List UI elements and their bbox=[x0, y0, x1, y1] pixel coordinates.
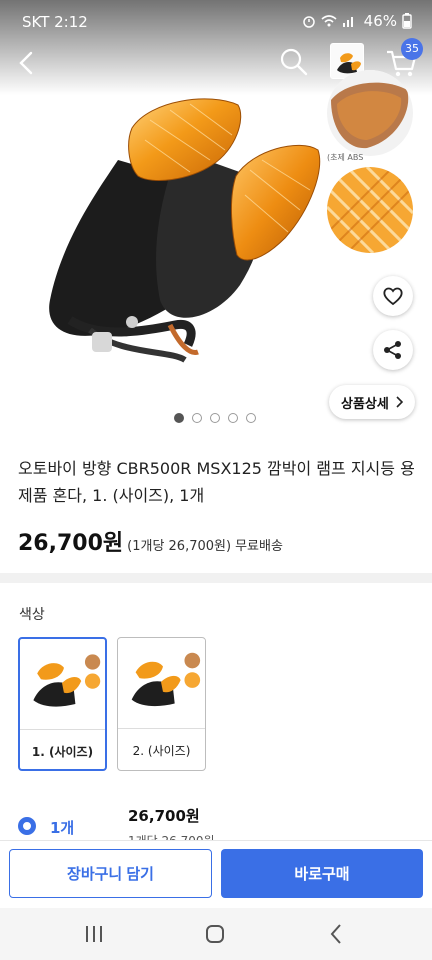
heart-icon bbox=[383, 287, 403, 306]
thumbnail-caption: (초제 ABS bbox=[327, 153, 364, 162]
product-price: 26,700원 bbox=[18, 531, 124, 556]
lens-texture-image bbox=[327, 167, 413, 253]
shipping-info: 무료배송 bbox=[235, 539, 283, 554]
quantity-label[interactable]: 1개 bbox=[50, 817, 74, 838]
option-separator bbox=[20, 729, 105, 730]
carousel-dot[interactable] bbox=[174, 413, 184, 423]
carousel-dot[interactable] bbox=[246, 413, 256, 423]
chevron-right-icon bbox=[396, 396, 403, 408]
lens-closeup-image bbox=[327, 70, 413, 156]
unit-price: (1개당 26,700원) bbox=[127, 539, 232, 554]
wifi-icon bbox=[321, 15, 337, 27]
alarm-icon bbox=[302, 16, 315, 28]
back-icon bbox=[19, 51, 33, 75]
purchase-action-bar: 장바구니 담기 바로구매 bbox=[0, 840, 432, 908]
quantity-price: 26,700원 bbox=[128, 807, 200, 825]
share-button[interactable] bbox=[373, 330, 413, 370]
share-icon bbox=[384, 341, 401, 359]
product-detail-button[interactable]: 상품상세 bbox=[329, 385, 415, 419]
option-thumbnail bbox=[118, 639, 205, 727]
battery-icon bbox=[402, 13, 412, 29]
detail-thumbnail-1 bbox=[327, 70, 413, 156]
option-label: 1. (사이즈) bbox=[31, 745, 94, 759]
option-card-2[interactable]: 2. (사이즈) bbox=[117, 637, 206, 771]
buy-now-button[interactable]: 바로구매 bbox=[221, 849, 423, 898]
option-label: 2. (사이즈) bbox=[132, 744, 191, 758]
chevron-left-icon bbox=[330, 924, 341, 944]
option-separator bbox=[118, 728, 205, 729]
option-group-label: 색상 bbox=[19, 607, 45, 623]
cart-count-badge: 35 bbox=[401, 38, 423, 60]
quantity-unit-price: 1개당 26,700원 bbox=[128, 832, 215, 840]
battery-percent: 46% bbox=[363, 12, 397, 30]
recent-apps-icon bbox=[86, 926, 102, 942]
status-bar: SKT 2:12 46% bbox=[0, 0, 432, 44]
carousel-dot[interactable] bbox=[192, 413, 202, 423]
carousel-dot[interactable] bbox=[228, 413, 238, 423]
detail-thumbnail-2 bbox=[327, 167, 413, 253]
product-detail-label: 상품상세 bbox=[341, 395, 389, 411]
search-button[interactable] bbox=[276, 44, 312, 80]
option-card-1[interactable]: 1. (사이즈) bbox=[18, 637, 107, 771]
price-row: 26,700원 (1개당 26,700원) 무료배송 bbox=[18, 525, 283, 557]
product-title: 오토바이 방향 CBR500R MSX125 깜박이 램프 지시등 용 제품 혼… bbox=[18, 459, 415, 505]
system-back-button[interactable] bbox=[316, 920, 356, 948]
system-navigation-bar bbox=[0, 908, 432, 960]
recent-apps-button[interactable] bbox=[74, 920, 114, 948]
quantity-radio[interactable] bbox=[18, 817, 36, 835]
status-carrier-time: SKT 2:12 bbox=[22, 13, 88, 31]
search-icon bbox=[280, 48, 308, 76]
section-divider bbox=[0, 573, 432, 583]
back-button[interactable] bbox=[10, 45, 46, 81]
home-button[interactable] bbox=[195, 920, 235, 948]
home-icon bbox=[206, 925, 224, 943]
wishlist-button[interactable] bbox=[373, 276, 413, 316]
product-screen: { "status_bar": { "carrier_time": "SKT 2… bbox=[0, 0, 432, 960]
image-carousel-indicator bbox=[174, 413, 256, 423]
signal-icon bbox=[342, 17, 353, 27]
add-to-cart-button[interactable]: 장바구니 담기 bbox=[9, 849, 212, 898]
carousel-dot[interactable] bbox=[210, 413, 220, 423]
option-thumbnail bbox=[20, 641, 105, 727]
status-icons: 46% bbox=[302, 12, 412, 30]
